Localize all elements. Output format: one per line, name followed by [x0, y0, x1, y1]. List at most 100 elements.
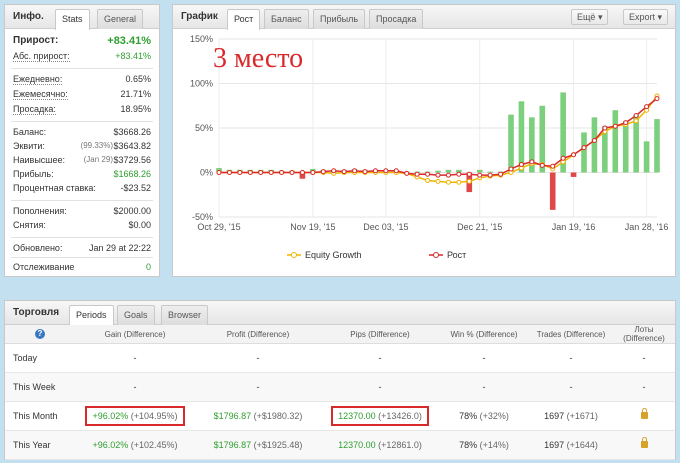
lots-cell: [613, 401, 675, 431]
chart-bar: [549, 172, 556, 210]
profit-diff: (+$1925.48): [253, 440, 303, 450]
column-header[interactable]: Win % (Difference): [439, 325, 529, 344]
daily-value: 0.65%: [125, 74, 151, 84]
data-point: [289, 170, 295, 175]
data-point: [247, 170, 253, 175]
y-tick-label: 100%: [190, 79, 213, 89]
chart-bar: [643, 141, 650, 173]
updated-label: Обновлено:: [13, 243, 63, 253]
trading-table: ? Gain (Difference) Profit (Difference) …: [5, 325, 675, 460]
legend-growth-label[interactable]: Рост: [447, 250, 466, 260]
tab-balance[interactable]: Баланс: [264, 9, 309, 29]
chart-bar: [435, 170, 441, 173]
trading-panel: Торговля Periods Goals Browser ? Gain (D…: [4, 300, 676, 460]
data-point: [331, 168, 337, 174]
data-point: [310, 170, 316, 175]
tab-growth[interactable]: Рост: [227, 9, 261, 30]
stats-title: Инфо.: [13, 11, 44, 22]
data-point: [404, 170, 410, 176]
data-point: [581, 145, 587, 151]
tab-goals[interactable]: Goals: [117, 305, 155, 325]
data-point: [352, 168, 358, 174]
data-point: [445, 179, 451, 185]
pips-cell: -: [321, 343, 439, 373]
data-point: [539, 162, 545, 168]
tab-periods[interactable]: Periods: [69, 305, 114, 326]
win-value: 78%: [459, 411, 478, 421]
data-point: [237, 170, 243, 175]
divider: [11, 121, 153, 122]
data-point: [633, 113, 639, 119]
column-header[interactable]: Gain (Difference): [75, 325, 195, 344]
drawdown-label[interactable]: Просадка:: [13, 104, 56, 115]
column-header[interactable]: Profit (Difference): [195, 325, 321, 344]
profit-diff: (+$1980.32): [253, 411, 303, 421]
table-row: This Week - - - - - -: [5, 372, 675, 402]
trades-cell: -: [529, 343, 613, 373]
divider: [11, 68, 153, 69]
data-point: [299, 170, 305, 175]
tab-drawdown[interactable]: Просадка: [369, 9, 424, 29]
profit-value: $1796.87: [213, 440, 252, 450]
abs-gain-label[interactable]: Абс. прирост:: [13, 51, 70, 62]
monthly-label[interactable]: Ежемесячно:: [13, 89, 68, 100]
chart-bar: [622, 120, 629, 173]
profit-value: $1668.26: [113, 169, 151, 179]
chart-bars: [216, 92, 660, 210]
divider: [11, 237, 153, 238]
data-point: [320, 169, 326, 175]
data-point: [341, 169, 347, 175]
data-point: [498, 171, 504, 177]
equity-row: Эквити: (99.33%) $3643.82: [13, 141, 151, 153]
help-icon[interactable]: ?: [35, 329, 45, 339]
tab-general[interactable]: General: [97, 9, 144, 29]
data-point: [466, 171, 472, 177]
trades-diff: (+1644): [566, 440, 598, 450]
legend-equity-label[interactable]: Equity Growth: [305, 250, 362, 260]
lots-cell: -: [613, 372, 675, 402]
gain-row: Прирост: +83.41%: [13, 35, 151, 49]
tab-profit[interactable]: Прибыль: [313, 9, 366, 29]
x-tick-label: Jan 19, '16: [552, 222, 596, 232]
period-label: This Year: [5, 430, 75, 460]
data-point: [372, 168, 378, 174]
period-label: Today: [5, 343, 75, 373]
equity-value: $3643.82: [113, 141, 151, 151]
gain-diff: (+104.95%): [130, 411, 178, 421]
daily-label[interactable]: Ежедневно:: [13, 74, 63, 85]
data-point: [456, 171, 462, 177]
tab-stats[interactable]: Stats: [55, 9, 90, 30]
pips-cell: -: [321, 372, 439, 402]
more-button-label: Ещё: [577, 12, 596, 22]
win-diff: (+32%): [479, 411, 509, 421]
data-point: [550, 163, 556, 169]
y-tick-label: 50%: [195, 123, 213, 133]
data-point: [216, 170, 222, 175]
lots-cell: -: [613, 343, 675, 373]
tracking-row: Отслеживание 0: [13, 262, 151, 274]
data-point: [518, 161, 524, 167]
tab-browser[interactable]: Browser: [161, 305, 209, 325]
series-line: [219, 98, 658, 176]
withdrawals-label: Снятия:: [13, 220, 46, 230]
tracking-value[interactable]: 0: [146, 262, 151, 272]
export-button[interactable]: Export ▾: [623, 9, 669, 25]
interest-label: Процентная ставка:: [13, 183, 96, 193]
chart-legend: Equity Growth Рост: [287, 250, 466, 260]
win-cell: -: [439, 343, 529, 373]
lock-icon: [640, 408, 648, 419]
gain-cell: -: [75, 372, 195, 402]
column-header[interactable]: Лоты (Difference): [613, 325, 675, 344]
x-tick-label: Dec 03, '15: [363, 222, 408, 232]
data-point: [268, 170, 274, 175]
deposits-label: Пополнения:: [13, 206, 67, 216]
more-button[interactable]: Ещё ▾: [571, 9, 609, 25]
chart-bar: [445, 169, 452, 173]
tracking-label: Отслеживание: [13, 262, 75, 272]
export-button-label: Export: [629, 12, 656, 22]
gain-cell: -: [75, 343, 195, 373]
column-header[interactable]: Trades (Difference): [529, 325, 613, 344]
highest-row: Наивысшее: (Jan 29) $3729.56: [13, 155, 151, 167]
column-header[interactable]: Pips (Difference): [321, 325, 439, 344]
data-point: [644, 104, 650, 110]
